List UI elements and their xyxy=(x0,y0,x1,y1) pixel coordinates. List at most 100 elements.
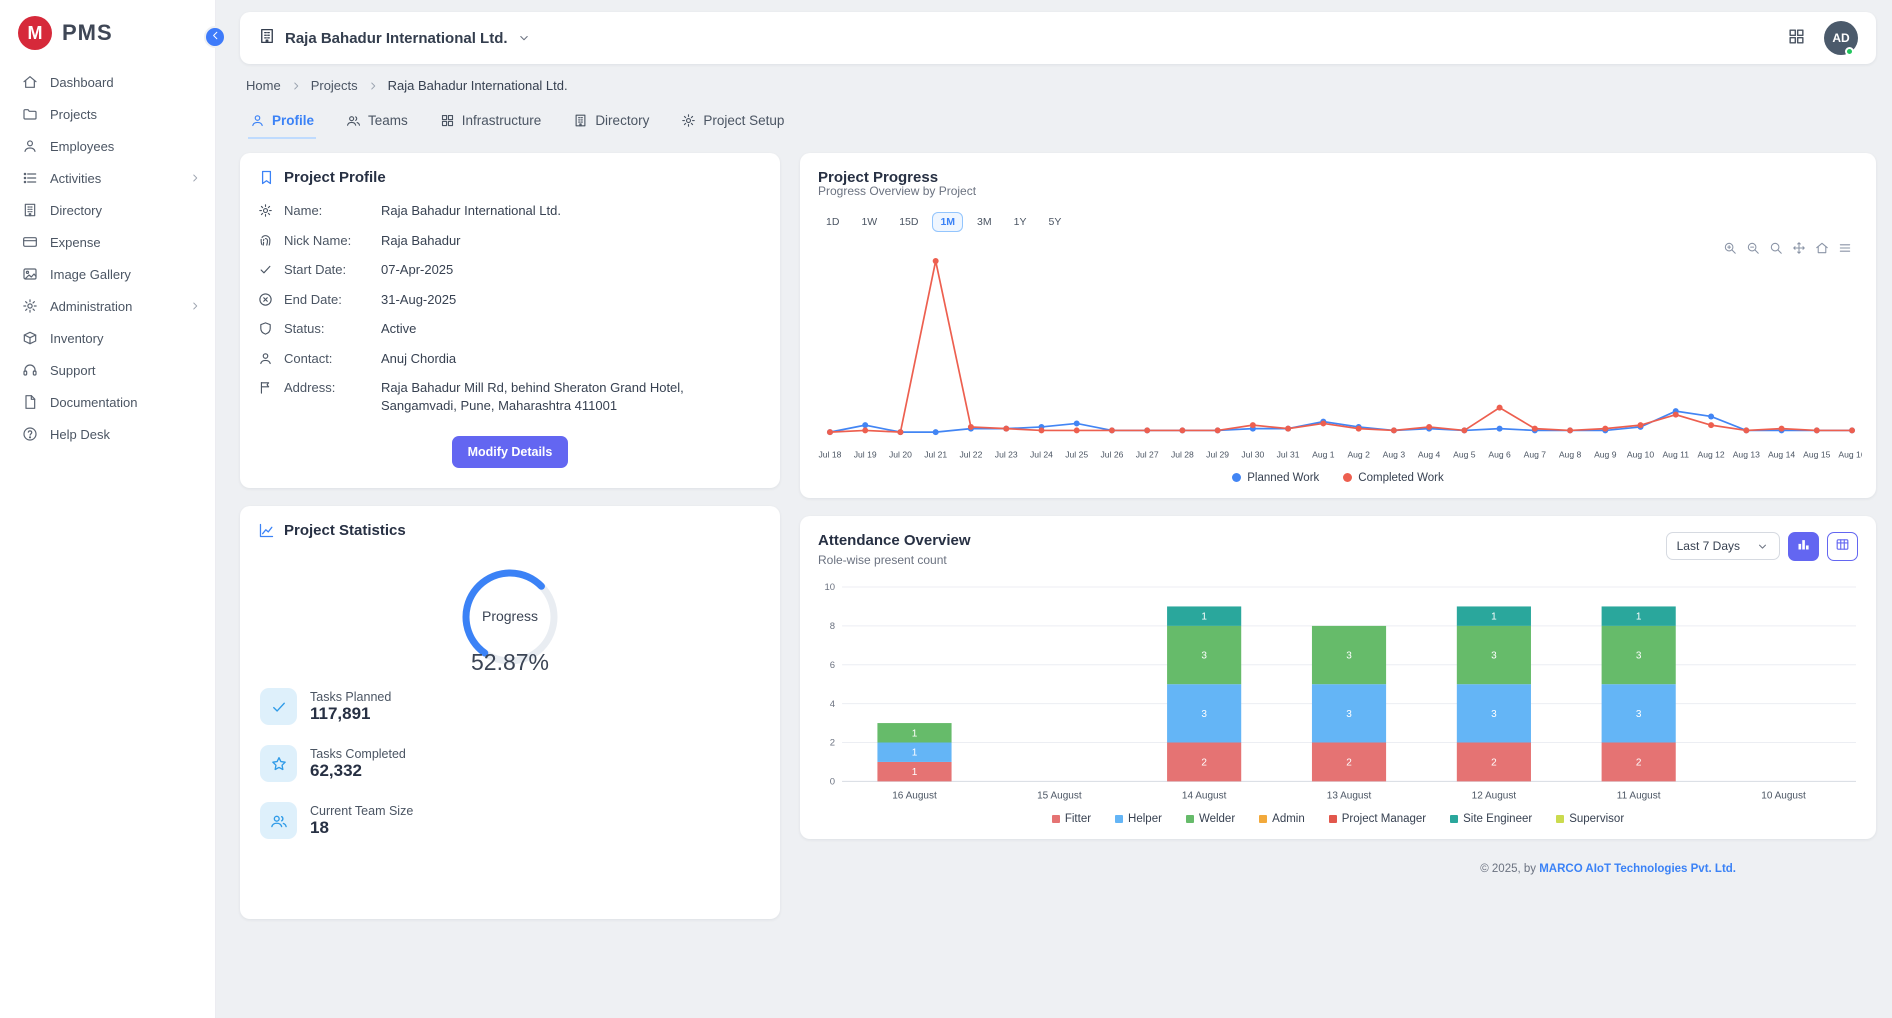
headset-icon xyxy=(22,362,38,378)
left-column: Project Profile Name:Raja Bahadur Intern… xyxy=(240,153,780,919)
sidebar-item-label: Image Gallery xyxy=(50,267,131,282)
range-button-3m[interactable]: 3M xyxy=(969,212,1000,232)
company-selector[interactable]: Raja Bahadur International Ltd. xyxy=(258,27,531,49)
svg-text:Aug 10: Aug 10 xyxy=(1627,450,1654,460)
svg-text:1: 1 xyxy=(912,728,918,739)
sidebar-item-dashboard[interactable]: Dashboard xyxy=(0,66,215,98)
tab-directory[interactable]: Directory xyxy=(571,105,651,139)
svg-text:Jul 27: Jul 27 xyxy=(1136,450,1159,460)
svg-text:2: 2 xyxy=(830,737,835,748)
range-button-1y[interactable]: 1Y xyxy=(1006,212,1035,232)
sidebar-item-image-gallery[interactable]: Image Gallery xyxy=(0,258,215,290)
range-button-1d[interactable]: 1D xyxy=(818,212,847,232)
menu-icon[interactable] xyxy=(1838,241,1852,255)
legend-project-manager[interactable]: Project Manager xyxy=(1329,813,1426,825)
svg-text:Aug 6: Aug 6 xyxy=(1488,450,1511,460)
legend-welder[interactable]: Welder xyxy=(1186,813,1235,825)
company-name: Raja Bahadur International Ltd. xyxy=(285,30,508,47)
sidebar-item-inventory[interactable]: Inventory xyxy=(0,322,215,354)
sidebar-item-label: Support xyxy=(50,363,96,378)
attendance-card-subtitle: Role-wise present count xyxy=(818,553,971,567)
sidebar-item-directory[interactable]: Directory xyxy=(0,194,215,226)
stat-value: 62,332 xyxy=(310,761,406,781)
pan-icon[interactable] xyxy=(1792,241,1806,255)
svg-text:1: 1 xyxy=(912,767,918,778)
tab-profile[interactable]: Profile xyxy=(248,105,316,139)
progress-card-header: Project Progress xyxy=(800,153,1876,188)
range-button-5y[interactable]: 5Y xyxy=(1040,212,1069,232)
svg-text:11 August: 11 August xyxy=(1617,790,1661,801)
zoom-out-icon[interactable] xyxy=(1746,241,1760,255)
home-ic-icon[interactable] xyxy=(1815,241,1829,255)
svg-text:Jul 26: Jul 26 xyxy=(1100,450,1123,460)
modify-details-button[interactable]: Modify Details xyxy=(452,436,569,468)
stat-current-team-size: Current Team Size18 xyxy=(240,792,780,849)
sidebar-collapse-button[interactable] xyxy=(204,26,226,48)
breadcrumb-separator-icon xyxy=(367,80,379,92)
legend-supervisor[interactable]: Supervisor xyxy=(1556,813,1624,825)
zoom-icon[interactable] xyxy=(1769,241,1783,255)
app-name: PMS xyxy=(62,20,113,46)
tab-label: Directory xyxy=(595,113,649,128)
svg-text:1: 1 xyxy=(1201,611,1207,622)
right-column: Project Progress Progress Overview by Pr… xyxy=(800,153,1876,887)
profile-field-address: Address:Raja Bahadur Mill Rd, behind She… xyxy=(240,373,780,420)
range-button-15d[interactable]: 15D xyxy=(891,212,926,232)
field-value: Raja Bahadur Mill Rd, behind Sheraton Gr… xyxy=(381,379,762,414)
check-icon xyxy=(258,262,273,277)
range-button-1m[interactable]: 1M xyxy=(932,212,963,232)
sidebar-item-expense[interactable]: Expense xyxy=(0,226,215,258)
footer-company-link[interactable]: MARCO AIoT Technologies Pvt. Ltd. xyxy=(1539,863,1736,875)
sidebar-item-employees[interactable]: Employees xyxy=(0,130,215,162)
attendance-range-select[interactable]: Last 7 Days xyxy=(1666,532,1780,560)
sidebar-item-administration[interactable]: Administration xyxy=(0,290,215,322)
svg-text:Jul 21: Jul 21 xyxy=(924,450,947,460)
sidebar-item-projects[interactable]: Projects xyxy=(0,98,215,130)
legend-fitter[interactable]: Fitter xyxy=(1052,813,1091,825)
breadcrumb-item-home[interactable]: Home xyxy=(246,78,281,93)
svg-text:15 August: 15 August xyxy=(1037,790,1082,801)
legend-completed-work[interactable]: Completed Work xyxy=(1343,472,1443,484)
tab-teams[interactable]: Teams xyxy=(344,105,410,139)
apps-grid-button[interactable] xyxy=(1787,27,1806,49)
sidebar-item-help-desk[interactable]: Help Desk xyxy=(0,418,215,450)
svg-text:Aug 5: Aug 5 xyxy=(1453,450,1476,460)
user-icon xyxy=(258,351,273,366)
legend-helper[interactable]: Helper xyxy=(1115,813,1162,825)
svg-text:13 August: 13 August xyxy=(1327,790,1372,801)
check-icon xyxy=(260,688,297,725)
legend-site-engineer[interactable]: Site Engineer xyxy=(1450,813,1532,825)
legend-swatch xyxy=(1556,815,1564,823)
sidebar-item-activities[interactable]: Activities xyxy=(0,162,215,194)
range-button-1w[interactable]: 1W xyxy=(853,212,885,232)
user-avatar[interactable]: AD xyxy=(1824,21,1858,55)
attendance-table-view-button[interactable] xyxy=(1827,532,1858,561)
svg-text:Jul 19: Jul 19 xyxy=(854,450,877,460)
sidebar-item-support[interactable]: Support xyxy=(0,354,215,386)
legend-admin[interactable]: Admin xyxy=(1259,813,1305,825)
legend-swatch xyxy=(1052,815,1060,823)
profile-field-end-date: End Date:31-Aug-2025 xyxy=(240,285,780,315)
svg-text:Jul 31: Jul 31 xyxy=(1277,450,1300,460)
legend-planned-work[interactable]: Planned Work xyxy=(1232,472,1319,484)
svg-text:Aug 3: Aug 3 xyxy=(1383,450,1406,460)
attendance-controls: Last 7 Days xyxy=(1666,532,1858,561)
tab-project-setup[interactable]: Project Setup xyxy=(679,105,786,139)
svg-text:Aug 4: Aug 4 xyxy=(1418,450,1441,460)
stat-tasks-planned: Tasks Planned117,891 xyxy=(240,678,780,735)
zoom-in-icon[interactable] xyxy=(1723,241,1737,255)
svg-text:Aug 12: Aug 12 xyxy=(1697,450,1724,460)
field-value: Raja Bahadur xyxy=(381,232,461,250)
tab-label: Project Setup xyxy=(703,113,784,128)
attendance-range-value: Last 7 Days xyxy=(1677,539,1740,553)
user-icon xyxy=(22,138,38,154)
sidebar-item-label: Documentation xyxy=(50,395,137,410)
svg-text:Jul 22: Jul 22 xyxy=(959,450,982,460)
breadcrumb-item-projects[interactable]: Projects xyxy=(311,78,358,93)
sidebar-item-documentation[interactable]: Documentation xyxy=(0,386,215,418)
attendance-chart-view-button[interactable] xyxy=(1788,532,1819,561)
chevron-right-icon xyxy=(189,172,201,184)
gear-icon xyxy=(258,203,273,218)
tab-label: Profile xyxy=(272,113,314,128)
tab-infrastructure[interactable]: Infrastructure xyxy=(438,105,544,139)
